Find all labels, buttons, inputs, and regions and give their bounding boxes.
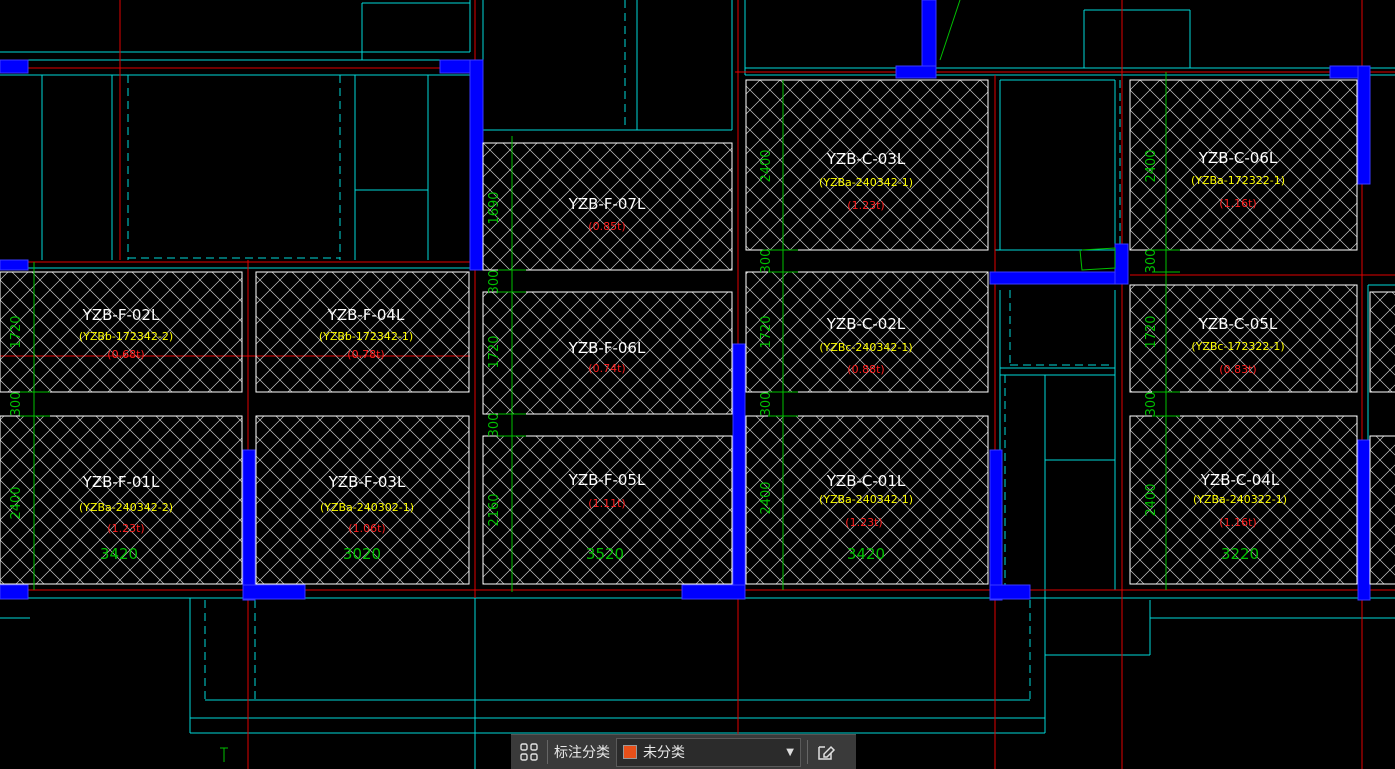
dimension-label: 2400 xyxy=(1144,483,1159,516)
slab-load: (0.78t) xyxy=(347,348,384,361)
slab-load: (0.68t) xyxy=(107,348,144,361)
dimension-label: 1720 xyxy=(1144,315,1159,348)
slab-spec: (YZBa-240342-1) xyxy=(819,493,913,506)
slab-spec: (YZBa-240342-2) xyxy=(79,501,173,514)
slab-panel[interactable]: YZB-C-03L (YZBa-240342-1) (1.23t) xyxy=(745,79,989,251)
dimension-label: 300 xyxy=(487,270,502,295)
slab-name: YZB-C-03L xyxy=(826,150,906,168)
category-color-swatch xyxy=(623,745,637,759)
slab-width: 3420 xyxy=(100,545,138,563)
slab-name: YZB-F-04L xyxy=(327,306,405,324)
slab-name: YZB-F-05L xyxy=(568,471,646,489)
dimension-label: 300 xyxy=(1144,392,1159,417)
slab-panel-partial[interactable] xyxy=(1369,291,1395,585)
dimension-label: 2400 xyxy=(9,486,24,519)
cad-viewport[interactable]: YZB-F-02L (YZBb-172342-2) (0.68t) YZB-F-… xyxy=(0,0,1395,769)
slab-panel[interactable]: YZB-F-03L (YZBa-240302-1) (1.06t) 3020 xyxy=(255,415,470,585)
slab-panel[interactable]: YZB-F-06L (0.74t) xyxy=(482,291,733,415)
dimension-label: 1720 xyxy=(759,315,774,348)
slab-spec: (YZBa-240342-1) xyxy=(819,176,913,189)
slab-name: YZB-C-06L xyxy=(1198,149,1278,167)
slab-panel[interactable]: YZB-F-02L (YZBb-172342-2) (0.68t) xyxy=(0,271,243,393)
slab-name: YZB-C-01L xyxy=(826,472,906,490)
dimension-label: 300 xyxy=(759,392,774,417)
dimension-label: 2400 xyxy=(1144,149,1159,182)
dimension-label: 1720 xyxy=(487,335,502,368)
slab-spec: (YZBa-172322-1) xyxy=(1191,174,1285,187)
dimension-label: 300 xyxy=(9,392,24,417)
slab-spec: (YZBb-172342-2) xyxy=(79,330,173,343)
slab-spec: (YZBc-240342-1) xyxy=(819,341,912,354)
slab-panel[interactable]: YZB-C-05L (YZBc-172322-1) (0.83t) xyxy=(1129,284,1358,393)
dimension-label: 300 xyxy=(759,249,774,274)
slab-width: 3220 xyxy=(1221,545,1259,563)
category-dropdown[interactable]: 未分类 ▼ xyxy=(616,737,801,767)
slab-load: (1.16t) xyxy=(1219,516,1256,529)
slab-name: YZB-C-02L xyxy=(826,315,906,333)
slab-name: YZB-F-06L xyxy=(568,339,646,357)
dimension-label: 1690 xyxy=(487,191,502,224)
slab-width: 3420 xyxy=(847,545,885,563)
slab-panel[interactable]: YZB-F-04L (YZBb-172342-1) (0.78t) xyxy=(255,271,470,393)
slab-panel[interactable]: YZB-C-02L (YZBc-240342-1) (0.88t) xyxy=(745,271,989,393)
slab-panel[interactable]: YZB-C-06L (YZBa-172322-1) (1.16t) xyxy=(1129,79,1358,251)
slab-load: (1.11t) xyxy=(588,497,625,510)
grid-four-squares-icon xyxy=(520,743,538,761)
dimension-label: 300 xyxy=(1144,249,1159,274)
dimension-label: 2160 xyxy=(487,493,502,526)
slab-spec: (YZBa-240322-1) xyxy=(1193,493,1287,506)
slab-load: (1.23t) xyxy=(107,522,144,535)
slab-panel[interactable]: YZB-F-07L (0.85t) xyxy=(482,142,733,271)
category-value: 未分类 xyxy=(643,745,685,761)
slab-name: YZB-F-03L xyxy=(328,473,406,491)
ucs-marker-icon xyxy=(220,747,228,762)
grid-layout-button[interactable] xyxy=(511,735,547,769)
slab-load: (0.74t) xyxy=(588,362,625,375)
slab-load: (1.23t) xyxy=(845,516,882,529)
slab-load: (0.83t) xyxy=(1219,363,1256,376)
cad-drawing-canvas[interactable]: YZB-F-02L (YZBb-172342-2) (0.68t) YZB-F-… xyxy=(0,0,1395,769)
slab-spec: (YZBb-172342-1) xyxy=(319,330,413,343)
annotation-category-toolbar: 标注分类 未分类 ▼ xyxy=(511,734,856,769)
slab-load: (1.16t) xyxy=(1219,197,1256,210)
slab-spec: (YZBc-172322-1) xyxy=(1191,340,1284,353)
slab-panel[interactable]: YZB-C-01L (YZBa-240342-1) (1.23t) 3420 xyxy=(745,415,989,585)
slab-spec: (YZBa-240302-1) xyxy=(320,501,414,514)
dimension-label: 1720 xyxy=(9,315,24,348)
slab-name: YZB-F-07L xyxy=(568,195,646,213)
edit-category-button[interactable] xyxy=(808,735,844,769)
dimension-label: 2400 xyxy=(759,481,774,514)
slab-width: 3520 xyxy=(586,545,624,563)
slab-load: (1.23t) xyxy=(847,199,884,212)
dimension-label: 300 xyxy=(487,413,502,438)
slab-load: (1.06t) xyxy=(348,522,385,535)
category-label: 标注分类 xyxy=(554,745,610,761)
slab-panel[interactable]: YZB-C-04L (YZBa-240322-1) (1.16t) 3220 xyxy=(1129,415,1358,585)
slab-name: YZB-C-05L xyxy=(1198,315,1278,333)
slab-panel[interactable]: YZB-F-05L (1.11t) 3520 xyxy=(482,435,733,585)
edit-pencil-icon xyxy=(818,745,836,760)
chevron-down-icon: ▼ xyxy=(786,746,794,758)
slab-panel[interactable]: YZB-F-01L (YZBa-240342-2) (1.23t) 3420 xyxy=(0,415,243,585)
slab-name: YZB-C-04L xyxy=(1200,471,1280,489)
slab-load: (0.88t) xyxy=(847,363,884,376)
slab-load: (0.85t) xyxy=(588,220,625,233)
prefab-slab-panels[interactable]: YZB-F-02L (YZBb-172342-2) (0.68t) YZB-F-… xyxy=(0,79,1395,585)
dimension-label: 2400 xyxy=(759,149,774,182)
slab-width: 3020 xyxy=(343,545,381,563)
slab-name: YZB-F-02L xyxy=(82,306,160,324)
slab-name: YZB-F-01L xyxy=(82,473,160,491)
